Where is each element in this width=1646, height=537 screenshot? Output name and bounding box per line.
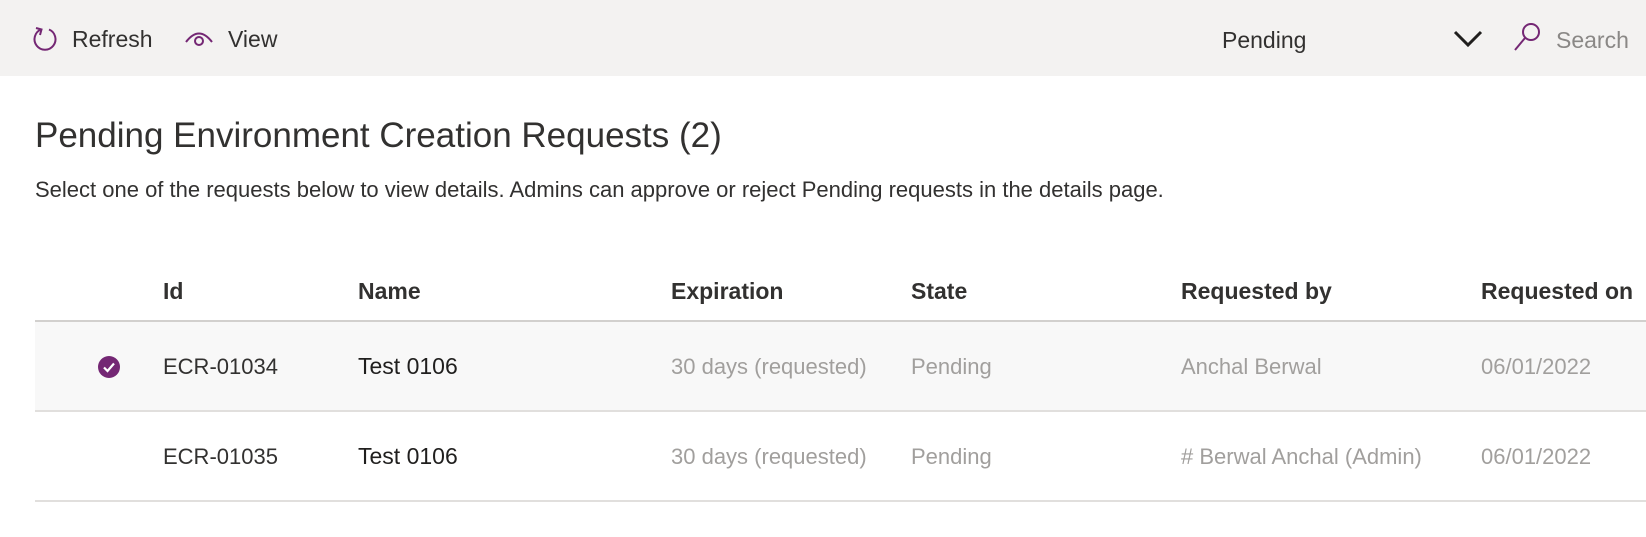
requests-table: Id Name Expiration State Requested by Re… <box>35 260 1646 502</box>
page-title: Pending Environment Creation Requests (2… <box>35 116 722 155</box>
cell-id: ECR-01034 <box>163 354 278 379</box>
search-icon <box>1512 21 1542 59</box>
column-header-expiration[interactable]: Expiration <box>671 278 783 305</box>
cell-state: Pending <box>911 444 992 469</box>
cell-expiration: 30 days (requested) <box>671 444 867 469</box>
column-header-requested-on[interactable]: Requested on <box>1481 278 1633 305</box>
column-header-requested-by[interactable]: Requested by <box>1181 278 1332 305</box>
column-header-id[interactable]: Id <box>163 278 183 305</box>
filter-selected-value: Pending <box>1222 26 1307 53</box>
search-input[interactable]: Search <box>1512 22 1646 58</box>
refresh-icon <box>32 25 58 53</box>
cell-state: Pending <box>911 354 992 379</box>
cell-name[interactable]: Test 0106 <box>358 443 458 470</box>
refresh-button[interactable]: Refresh <box>32 22 153 56</box>
column-header-state[interactable]: State <box>911 278 967 305</box>
cell-requested-by: Anchal Berwal <box>1181 354 1322 379</box>
checkmark-circle-icon[interactable] <box>98 356 120 378</box>
view-button[interactable]: View <box>184 22 277 56</box>
cell-id: ECR-01035 <box>163 444 278 469</box>
table-header: Id Name Expiration State Requested by Re… <box>35 260 1646 322</box>
view-label: View <box>228 25 278 52</box>
status-filter-dropdown[interactable]: Pending <box>1222 22 1484 58</box>
table-row[interactable]: ECR-01034 Test 0106 30 days (requested) … <box>35 322 1646 412</box>
cell-requested-by: # Berwal Anchal (Admin) <box>1181 444 1422 469</box>
search-placeholder: Search <box>1556 26 1629 53</box>
refresh-label: Refresh <box>72 25 153 52</box>
cell-requested-on: 06/01/2022 <box>1481 444 1592 469</box>
cell-requested-on: 06/01/2022 <box>1481 354 1592 379</box>
cell-name[interactable]: Test 0106 <box>358 353 458 380</box>
table-row[interactable]: ECR-01035 Test 0106 30 days (requested) … <box>35 412 1646 502</box>
command-bar: Refresh View Pending Search <box>0 0 1646 76</box>
chevron-down-icon <box>1452 28 1484 56</box>
eye-icon <box>184 27 214 51</box>
page-subtitle: Select one of the requests below to view… <box>35 177 1164 202</box>
column-header-name[interactable]: Name <box>358 278 421 305</box>
cell-expiration: 30 days (requested) <box>671 354 867 379</box>
